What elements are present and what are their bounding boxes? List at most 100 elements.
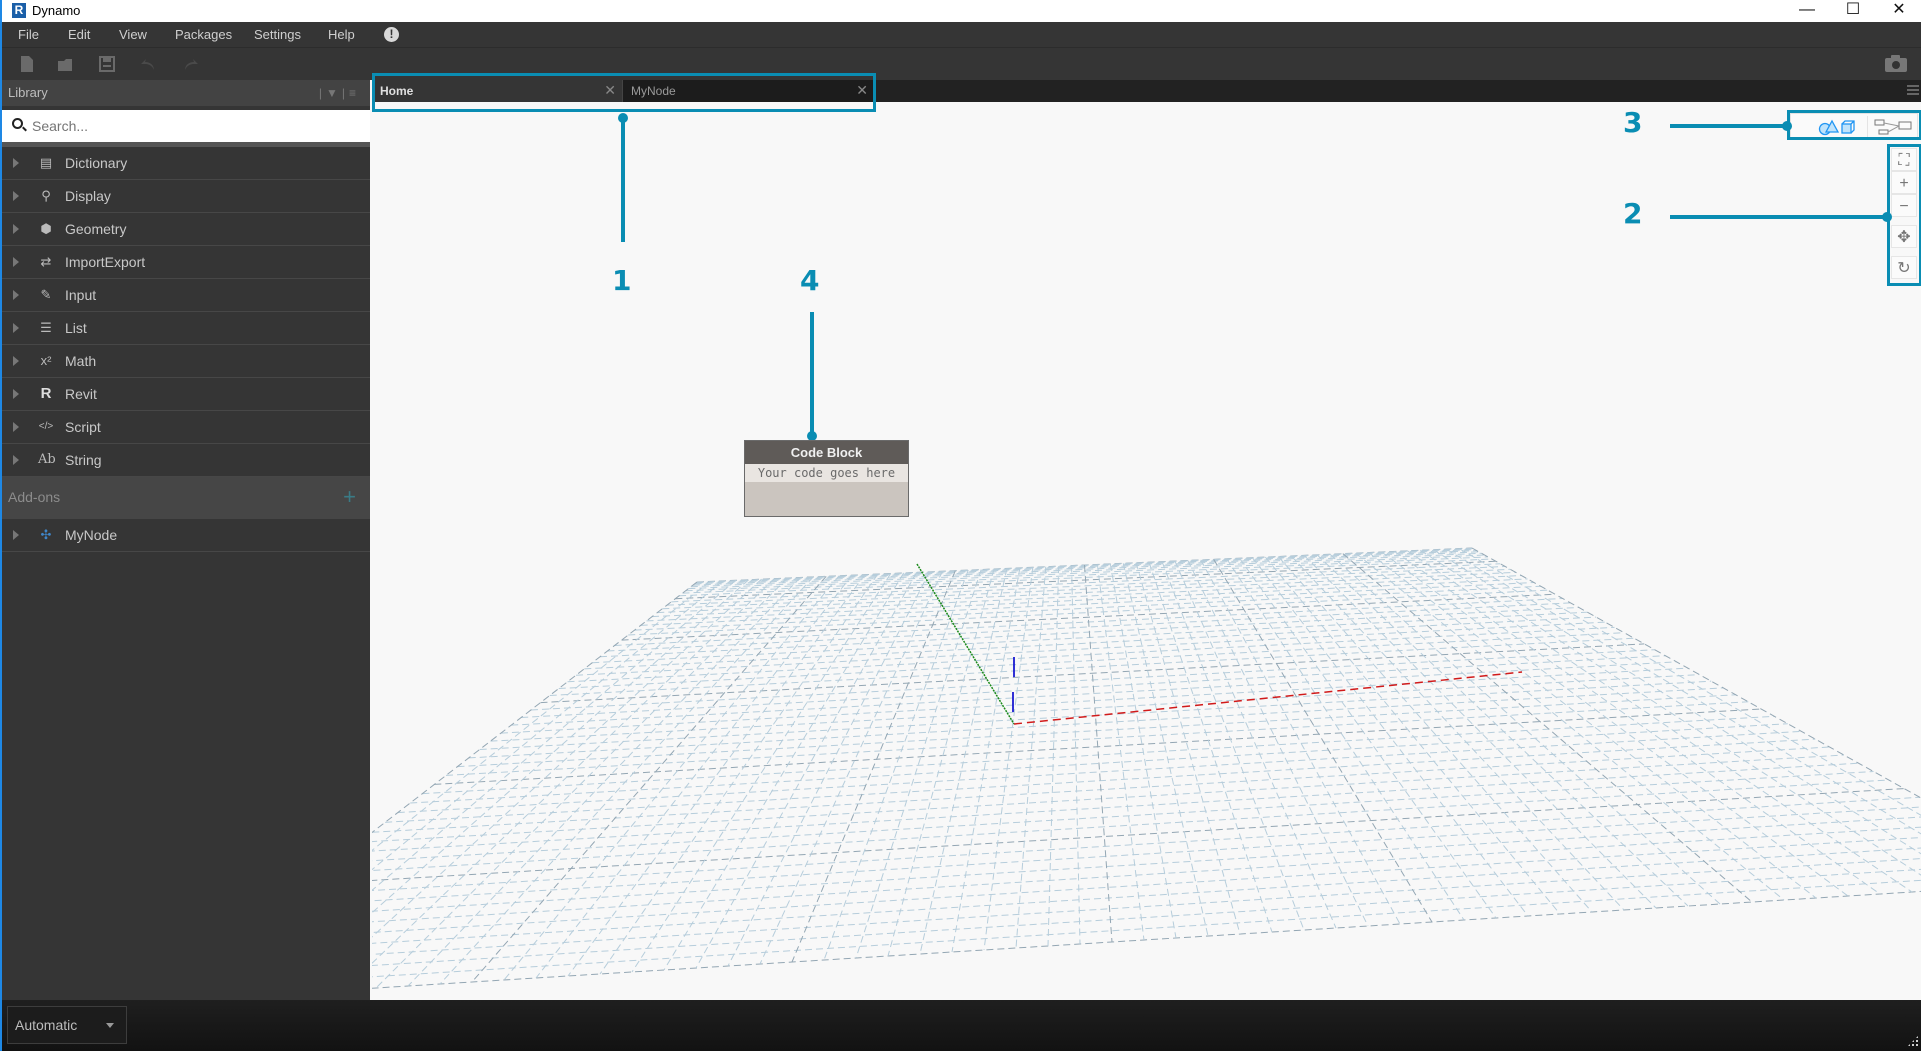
expand-arrow-icon[interactable] [13,323,19,333]
grid-line-vertical [887,568,995,957]
category-label: Dictionary [65,155,128,171]
category-label: Math [65,353,97,369]
grid-line-vertical [372,581,698,834]
cube-icon: ⬢ [40,221,52,236]
code-input[interactable]: Your code goes here [745,464,908,482]
menu-settings[interactable]: Settings [254,27,301,42]
category-label: Script [65,419,101,435]
background-3d-grid [372,547,1921,989]
code-block-node[interactable]: Code Block Your code goes here [744,440,909,517]
open-folder-icon[interactable] [57,55,75,73]
library-category-importexport[interactable]: ⇄ ImportExport [2,246,370,279]
node-title: Code Block [745,441,908,464]
grid-line-vertical [1394,550,1881,895]
resize-grip-icon[interactable] [1907,1035,1919,1047]
minimize-icon[interactable]: — [1784,0,1830,22]
addon-label: MyNode [65,527,118,543]
expand-arrow-icon[interactable] [13,257,19,267]
menu-help[interactable]: Help [328,27,355,42]
expand-arrow-icon[interactable] [13,389,19,399]
menu-view[interactable]: View [119,27,147,42]
library-category-dictionary[interactable]: ▤ Dictionary [2,147,370,180]
chevron-down-icon [106,1023,114,1028]
library-category-math[interactable]: x² Math [2,345,370,378]
grid-line-horizontal [372,868,1921,966]
search-input[interactable] [32,115,352,137]
grid-line-vertical [1252,557,1529,917]
redo-icon[interactable] [181,55,199,73]
search-icon [12,118,23,129]
grid-line-vertical [791,570,956,963]
grid-line-horizontal [372,879,1921,978]
callout-4-number: 4 [800,264,820,297]
library-filter-icon[interactable]: |▼|≡ [319,86,360,100]
expand-arrow-icon[interactable] [13,530,19,540]
callout-2-line [1670,215,1888,219]
menu-packages[interactable]: Packages [175,27,232,42]
grid-line-vertical [372,581,711,852]
menu-bar: File Edit View Packages Settings Help ! [2,22,1921,48]
library-category-string[interactable]: Ab String [2,444,370,477]
maximize-icon[interactable]: ☐ [1830,0,1876,22]
magnifier-icon: ⚲ [41,188,51,203]
library-category-input[interactable]: ✎ Input [2,279,370,312]
grid-line-vertical [1368,552,1817,899]
menu-edit[interactable]: Edit [68,27,90,42]
revit-r-icon: R [12,3,26,18]
grid-line-vertical [631,573,892,973]
expand-arrow-icon[interactable] [13,158,19,168]
library-category-script[interactable]: </> Script [2,411,370,444]
new-file-icon[interactable] [18,55,36,73]
category-label: Revit [65,386,97,402]
library-category-display[interactable]: ⚲ Display [2,180,370,213]
grid-line-vertical [1047,566,1060,947]
grid-line-vertical [1458,548,1921,816]
expand-arrow-icon[interactable] [13,422,19,432]
grid-line-horizontal [372,796,1920,892]
addons-header: Add-ons + [2,477,370,519]
menu-file[interactable]: File [18,27,39,42]
run-mode-select[interactable]: Automatic [7,1006,127,1044]
save-icon[interactable] [98,55,116,73]
library-title: Library [8,85,48,100]
expand-arrow-icon[interactable] [13,356,19,366]
callout-1-number: 1 [612,264,632,297]
x-squared-icon: x² [40,353,52,368]
expand-arrow-icon[interactable] [13,455,19,465]
expand-arrow-icon[interactable] [13,191,19,201]
tabs-menu-icon[interactable] [1907,85,1919,95]
run-bar: Automatic [2,1000,1921,1051]
workspace-canvas[interactable] [372,102,1921,1000]
expand-arrow-icon[interactable] [13,224,19,234]
callout-2-box [1887,144,1921,286]
camera-icon[interactable] [1885,55,1907,72]
list-icon: ☰ [40,320,52,335]
grid-line-vertical [663,572,905,971]
grid-line-vertical [372,580,724,871]
category-label: ImportExport [65,254,146,270]
category-label: Input [65,287,97,303]
undo-icon[interactable] [140,55,158,73]
add-package-button[interactable]: + [343,484,356,510]
callout-1-box [372,73,876,112]
callout-2-dot [1882,212,1892,222]
library-category-revit[interactable]: R Revit [2,378,370,411]
category-label: List [65,320,87,336]
alert-icon[interactable]: ! [384,27,399,42]
grid-line-vertical [503,575,840,981]
code-tag-icon: </> [38,421,54,432]
library-category-list[interactable]: ☰ List [2,312,370,345]
library-panel: Library |▼|≡ ▤ Dictionary ⚲ Display ⬢ Ge… [2,80,370,1000]
grid-line-horizontal [372,837,1921,933]
close-icon[interactable]: ✕ [1876,0,1921,22]
pencil-icon: ✎ [40,287,52,302]
grid-line-vertical [727,571,930,967]
library-addon-mynode[interactable]: ✣ MyNode [2,519,370,552]
book-icon: ▤ [39,155,53,170]
callout-2-number: 2 [1623,197,1643,230]
window-title: Dynamo [32,3,81,18]
category-label: Display [65,188,111,204]
grid-line-vertical [1445,548,1921,835]
expand-arrow-icon[interactable] [13,290,19,300]
library-category-geometry[interactable]: ⬢ Geometry [2,213,370,246]
